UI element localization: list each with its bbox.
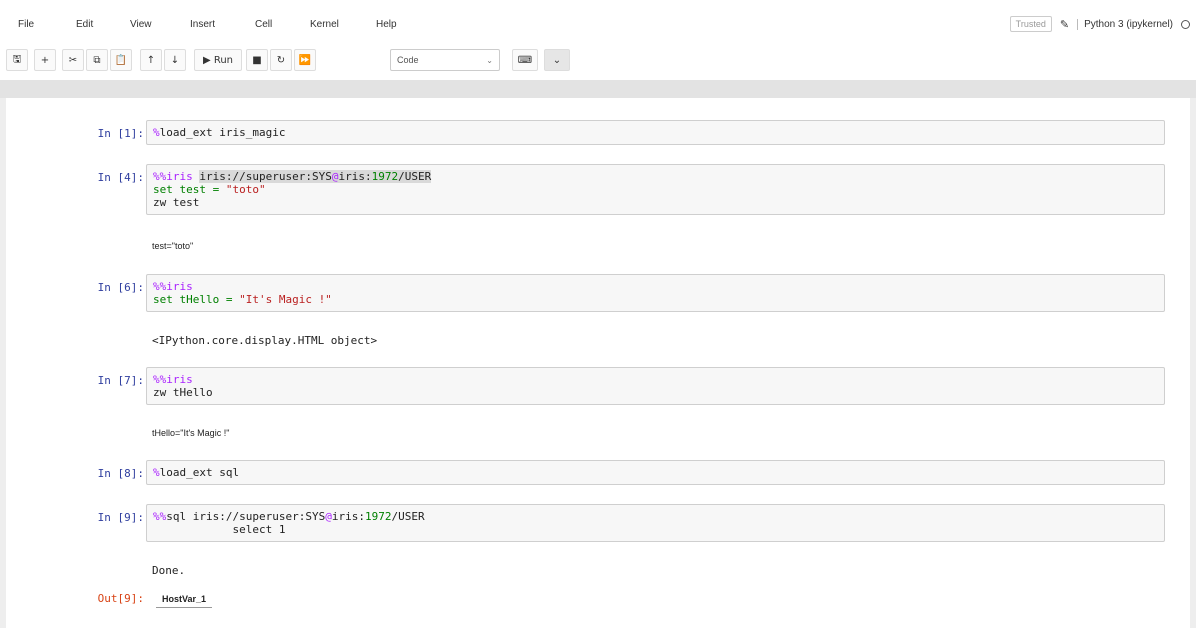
cut-icon[interactable]: ✂: [62, 49, 84, 71]
menu-file[interactable]: File: [18, 19, 34, 30]
notebook-header-strip: [0, 80, 1196, 98]
code-text: load_ext sql: [159, 466, 240, 479]
connection-string: iris://superuser:SYS: [199, 170, 332, 183]
menu-help[interactable]: Help: [376, 19, 397, 30]
pencil-icon[interactable]: ✎: [1060, 18, 1069, 31]
input-prompt: In [7]:: [97, 374, 144, 387]
input-prompt: In [1]:: [97, 127, 144, 140]
magic-keyword: iris: [166, 280, 193, 293]
paste-icon[interactable]: 📋: [110, 49, 132, 71]
run-label: Run: [213, 54, 234, 66]
code-input[interactable]: %%sql iris://superuser:SYS@iris:1972/USE…: [146, 504, 1165, 542]
code-text: select 1: [153, 523, 286, 536]
connection-host: iris:: [338, 170, 372, 183]
magic-keyword: iris: [166, 373, 193, 386]
cell-output: Done.: [152, 564, 186, 577]
code-input[interactable]: %%iris iris://superuser:SYS@iris:1972/US…: [146, 164, 1165, 215]
keyboard-icon[interactable]: ⌨: [512, 49, 538, 71]
menu-cell[interactable]: Cell: [255, 19, 272, 30]
magic-token: %%: [153, 510, 167, 523]
menu-kernel[interactable]: Kernel: [310, 19, 339, 30]
code-input[interactable]: %load_ext sql: [146, 460, 1165, 485]
connection-namespace: /USER: [398, 170, 432, 183]
menu-edit[interactable]: Edit: [76, 19, 93, 30]
string-literal: "It's Magic !": [239, 293, 332, 306]
code-text: set tHello =: [153, 293, 240, 306]
at-token: @: [325, 510, 332, 523]
string-literal: "toto": [225, 183, 266, 196]
kernel-area: Trusted ✎ Python 3 (ipykernel): [1009, 14, 1190, 34]
table-header: HostVar_1: [156, 591, 213, 608]
magic-token: %: [153, 126, 160, 139]
cell-output: <IPython.core.display.HTML object>: [152, 334, 378, 347]
input-prompt: In [4]:: [97, 171, 144, 184]
connection-host: iris:: [331, 510, 365, 523]
menu-view[interactable]: View: [130, 19, 152, 30]
add-cell-icon[interactable]: +: [34, 49, 56, 71]
move-up-icon[interactable]: ↑: [140, 49, 162, 71]
kernel-idle-icon: [1181, 19, 1190, 29]
save-icon[interactable]: 🖫: [6, 49, 28, 71]
trusted-badge[interactable]: Trusted: [1009, 16, 1052, 32]
menubar: File Edit View Insert Cell Kernel Help T…: [0, 0, 1196, 40]
menu-insert[interactable]: Insert: [190, 19, 215, 30]
celltoolbar-icon[interactable]: ⌄: [544, 49, 570, 71]
cell-output: test="toto": [152, 241, 194, 251]
restart-icon[interactable]: ↻: [270, 49, 292, 71]
stop-icon[interactable]: ■: [246, 49, 268, 71]
cell-type-select[interactable]: Code ⌄: [390, 49, 500, 71]
move-down-icon[interactable]: ↓: [164, 49, 186, 71]
input-prompt: In [6]:: [97, 281, 144, 294]
chevron-down-icon: ⌄: [486, 55, 493, 65]
cell-output: tHello="It's Magic !": [152, 428, 230, 438]
code-text: zw test: [153, 196, 200, 209]
code-text: zw tHello: [153, 386, 213, 399]
code-input[interactable]: %%iris set tHello = "It's Magic !": [146, 274, 1165, 312]
magic-token: %%: [153, 280, 167, 293]
code-text: load_ext iris_magic: [159, 126, 286, 139]
output-prompt: Out[9]:: [97, 592, 144, 605]
input-prompt: In [8]:: [97, 467, 144, 480]
run-button[interactable]: ▶ Run: [194, 49, 242, 71]
connection-port: 1972: [371, 170, 399, 183]
kernel-name[interactable]: Python 3 (ipykernel): [1077, 18, 1173, 30]
fast-forward-icon[interactable]: ⏩: [294, 49, 316, 71]
notebook-page: In [1]: %load_ext iris_magic In [4]: %%i…: [6, 98, 1190, 628]
code-input[interactable]: %load_ext iris_magic: [146, 120, 1165, 145]
code-input[interactable]: %%iris zw tHello: [146, 367, 1165, 405]
connection-namespace: /USER: [391, 510, 425, 523]
magic-token: %: [153, 466, 160, 479]
magic-token: %%: [153, 170, 167, 183]
magic-keyword: iris: [166, 170, 200, 183]
code-text: set test =: [153, 183, 226, 196]
connection-port: 1972: [364, 510, 392, 523]
play-icon: ▶: [202, 54, 214, 66]
code-text: sql iris://superuser:SYS: [166, 510, 326, 523]
input-prompt: In [9]:: [97, 511, 144, 524]
toolbar: 🖫 + ✂ ⧉ 📋 ↑ ↓ ▶ Run ■ ↻ ⏩ Code ⌄ ⌨ ⌄: [0, 44, 1196, 74]
magic-token: %%: [153, 373, 167, 386]
result-table: HostVar_1: [156, 591, 213, 608]
cell-type-value: Code: [397, 55, 419, 65]
copy-icon[interactable]: ⧉: [86, 49, 108, 71]
